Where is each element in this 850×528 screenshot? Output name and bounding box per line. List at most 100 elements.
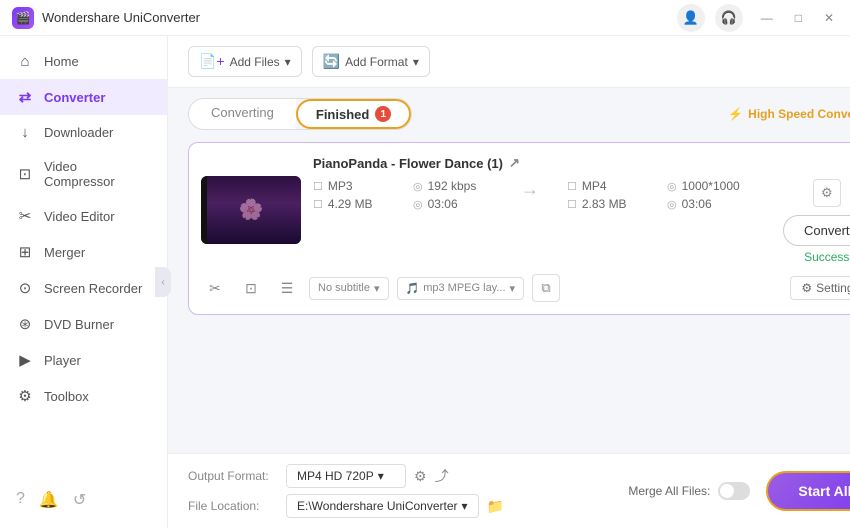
audio-dropdown-icon: ▾	[510, 282, 516, 295]
subtitle-dropdown-icon: ▾	[374, 282, 380, 295]
file-card: 🌸 PianoPanda - Flower Dance (1) ↗	[188, 142, 850, 315]
file-location-value: E:\Wondershare UniConverter	[297, 499, 458, 513]
titlebar-left: 🎬 Wondershare UniConverter	[12, 7, 200, 29]
editor-icon: ✂	[16, 207, 34, 225]
sidebar-item-home[interactable]: ⌂ Home	[0, 44, 167, 79]
sidebar-item-merger[interactable]: ⊞ Merger	[0, 234, 167, 270]
player-icon: ▶	[16, 351, 34, 369]
target-resolution-icon: ◎	[667, 180, 677, 193]
minimize-btn[interactable]: —	[757, 11, 777, 25]
sidebar: ⌂ Home ⇄ Converter ↓ Downloader ⊡ Video …	[0, 36, 168, 528]
sidebar-item-label: Toolbox	[44, 389, 89, 404]
external-link-icon[interactable]: ↗	[509, 155, 520, 171]
source-bitrate-row: ◎ 192 kbps	[413, 179, 493, 193]
effects-icon-btn[interactable]: ☰	[273, 274, 301, 302]
crop-icon-btn[interactable]: ⊡	[237, 274, 265, 302]
headset-icon-btn[interactable]: 🎧	[715, 4, 743, 32]
help-icon[interactable]: ?	[16, 490, 25, 510]
output-settings-icon[interactable]: ⚙	[414, 468, 427, 485]
target-duration-icon: ◎	[667, 198, 677, 211]
sidebar-item-dvd-burner[interactable]: ⊛ DVD Burner	[0, 306, 167, 342]
tab-finished[interactable]: Finished 1	[296, 99, 411, 129]
sidebar-item-video-editor[interactable]: ✂ Video Editor	[0, 198, 167, 234]
folder-icon[interactable]: 📁	[487, 498, 504, 515]
arrow-icon: →	[521, 179, 539, 200]
target-format-icon: ☐	[567, 180, 577, 193]
convert-button[interactable]: Convert	[783, 215, 850, 246]
target-format: MP4	[582, 179, 607, 193]
start-all-button[interactable]: Start All 1	[766, 471, 850, 511]
file-meta: ☐ MP3 ☐ 4.29 MB ◎	[313, 179, 850, 264]
source-format: MP3	[328, 179, 353, 193]
target-resolution-row: ◎ 1000*1000	[667, 179, 747, 193]
recorder-icon: ⊙	[16, 279, 34, 297]
cut-icon: ✂	[209, 280, 221, 297]
target-duration: 03:06	[682, 197, 712, 211]
sidebar-item-label: Home	[44, 54, 79, 69]
success-status: Success	[804, 250, 849, 264]
high-speed-conversion[interactable]: ⚡ High Speed Conversion	[728, 107, 850, 121]
add-files-icon: 📄+	[199, 53, 225, 70]
output-share-icon[interactable]: ⤴	[435, 466, 449, 486]
add-files-button[interactable]: 📄+ Add Files ▾	[188, 46, 302, 77]
titlebar-controls: 👤 🎧 — □ ✕	[677, 4, 838, 32]
close-btn[interactable]: ✕	[820, 11, 838, 25]
cut-icon-btn[interactable]: ✂	[201, 274, 229, 302]
converting-tab-label: Converting	[211, 105, 274, 120]
maximize-btn[interactable]: □	[791, 11, 806, 25]
sidebar-item-label: Merger	[44, 245, 85, 260]
source-duration: 03:06	[428, 197, 458, 211]
bottom-fields: Output Format: MP4 HD 720P ▾ ⚙ ⤴ File Lo…	[188, 464, 612, 518]
output-format-value: MP4 HD 720P	[297, 469, 374, 483]
audio-placeholder: mp3 MPEG lay...	[423, 282, 505, 294]
source-size-row: ☐ 4.29 MB	[313, 197, 393, 211]
converter-icon: ⇄	[16, 88, 34, 106]
notification-icon[interactable]: 🔔	[39, 490, 59, 510]
output-format-label: Output Format:	[188, 469, 278, 483]
convert-col: ⚙ Convert Success	[783, 179, 850, 264]
bottom-bar: Output Format: MP4 HD 720P ▾ ⚙ ⤴ File Lo…	[168, 453, 850, 528]
target-size: 2.83 MB	[582, 197, 627, 211]
sidebar-bottom: ? 🔔 ↺	[0, 480, 167, 520]
sidebar-item-label: Video Compressor	[44, 159, 151, 189]
toolbox-icon: ⚙	[16, 387, 34, 405]
audio-icon: 🎵	[406, 282, 420, 295]
sidebar-item-player[interactable]: ▶ Player	[0, 342, 167, 378]
sidebar-item-screen-recorder[interactable]: ⊙ Screen Recorder	[0, 270, 167, 306]
sidebar-item-converter[interactable]: ⇄ Converter	[0, 79, 167, 115]
user-icon-btn[interactable]: 👤	[677, 4, 705, 32]
target-resolution: 1000*1000	[682, 179, 740, 193]
tabs: Converting Finished 1	[188, 98, 412, 130]
sidebar-item-video-compressor[interactable]: ⊡ Video Compressor	[0, 150, 167, 198]
sidebar-collapse-btn[interactable]: ‹	[155, 267, 171, 297]
titlebar: 🎬 Wondershare UniConverter 👤 🎧 — □ ✕	[0, 0, 850, 36]
file-title-text: PianoPanda - Flower Dance (1)	[313, 156, 503, 171]
sidebar-item-downloader[interactable]: ↓ Downloader	[0, 115, 167, 150]
subtitle-select[interactable]: No subtitle ▾	[309, 277, 389, 300]
clip-icon: ⧉	[541, 280, 550, 296]
refresh-icon[interactable]: ↺	[73, 490, 86, 510]
output-format-dropdown-icon: ▾	[378, 469, 384, 483]
subtitle-placeholder: No subtitle	[318, 282, 370, 294]
file-settings-icon[interactable]: ⚙	[813, 179, 841, 207]
lightning-icon: ⚡	[728, 107, 743, 121]
file-location-field: File Location: E:\Wondershare UniConvert…	[188, 494, 612, 518]
merger-icon: ⊞	[16, 243, 34, 261]
compressor-icon: ⊡	[16, 165, 34, 183]
sidebar-item-toolbox[interactable]: ⚙ Toolbox	[0, 378, 167, 414]
source-meta2: ◎ 192 kbps ◎ 03:06	[413, 179, 493, 211]
add-format-dropdown-icon: ▾	[413, 55, 419, 69]
content-area: 🌸 PianoPanda - Flower Dance (1) ↗	[168, 130, 850, 453]
output-format-select[interactable]: MP4 HD 720P ▾	[286, 464, 406, 488]
add-format-icon: 🔄	[323, 53, 340, 70]
file-location-select[interactable]: E:\Wondershare UniConverter ▾	[286, 494, 479, 518]
add-format-button[interactable]: 🔄 Add Format ▾	[312, 46, 430, 77]
merge-area: Merge All Files:	[628, 482, 750, 500]
tab-converting[interactable]: Converting	[189, 99, 296, 129]
target-format-row: ☐ MP4	[567, 179, 647, 193]
clip-btn[interactable]: ⧉	[532, 274, 560, 302]
source-bitrate: 192 kbps	[428, 179, 477, 193]
merge-toggle[interactable]	[718, 482, 750, 500]
settings-button[interactable]: ⚙ Settings	[790, 276, 850, 300]
audio-select[interactable]: 🎵 mp3 MPEG lay... ▾	[397, 277, 525, 300]
